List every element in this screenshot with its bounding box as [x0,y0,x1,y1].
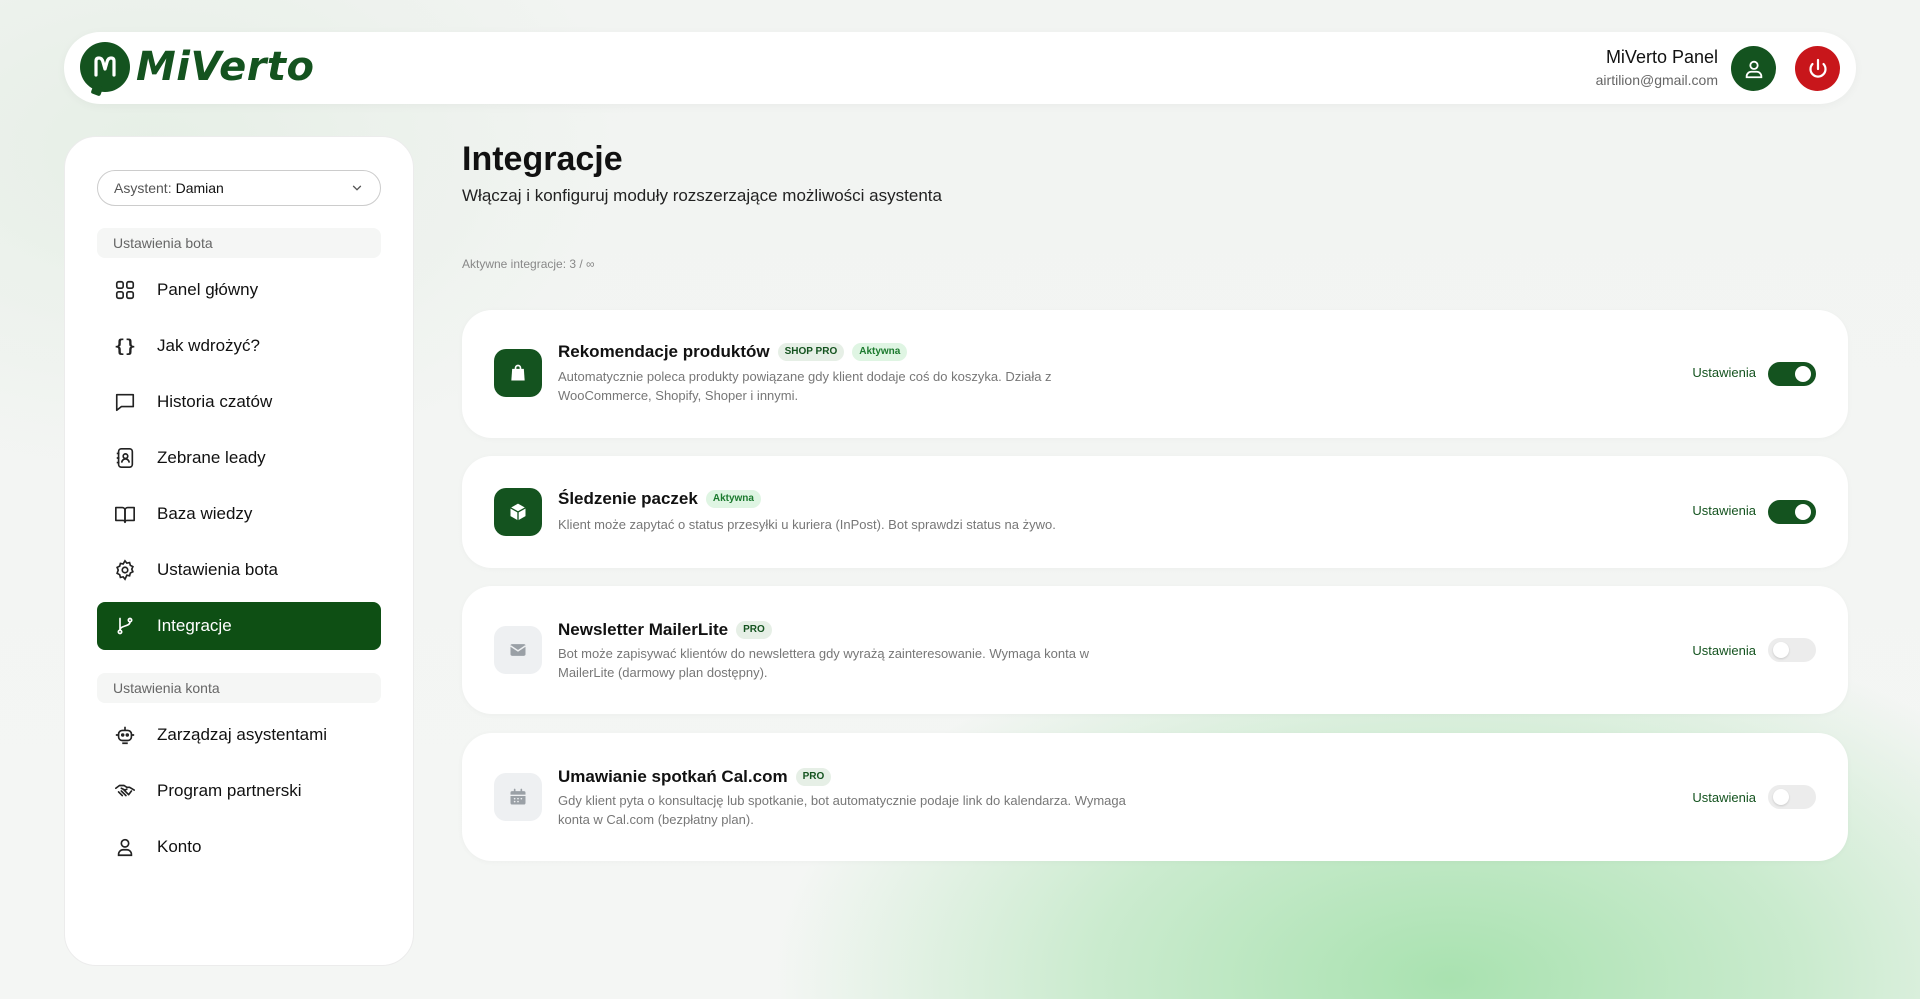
envelope-icon [494,626,542,674]
braces-icon: {} [114,335,136,357]
gear-icon [113,558,137,582]
package-icon [494,488,542,536]
toggle-knob [1795,504,1811,520]
card-title-row: Śledzenie paczek Aktywna [558,489,761,509]
sidebar-item-label: Baza wiedzy [157,504,253,523]
card-title-row: Umawianie spotkań Cal.com PRO [558,767,832,787]
grid-icon [113,278,137,302]
sidebar-item-label: Jak wdrożyć? [157,336,260,355]
integration-toggle[interactable] [1768,362,1816,386]
sidebar-item-label: Historia czatów [157,392,273,411]
sidebar-item-chat-history[interactable]: Historia czatów [97,378,381,426]
card-title: Śledzenie paczek [558,489,698,508]
settings-link[interactable]: Ustawienia [1692,790,1756,805]
calendar-icon [494,773,542,821]
status-badge: Aktywna [852,343,908,361]
toggle-knob [1773,642,1789,658]
contact-book-icon [113,446,137,470]
card-title: Newsletter MailerLite [558,620,729,639]
pro-badge: SHOP PRO [777,343,845,361]
section-label-account: Ustawienia konta [97,673,381,703]
page-subtitle: Włączaj i konfiguruj moduły rozszerzając… [462,186,942,205]
settings-link[interactable]: Ustawienia [1692,503,1756,518]
sidebar-item-knowledge-base[interactable]: Baza wiedzy [97,490,381,538]
sidebar-item-label: Program partnerski [157,781,302,800]
card-title: Rekomendacje produktów [558,342,770,361]
card-description: Bot może zapisywać klientów do newslette… [558,646,1089,680]
sidebar-item-bot-settings[interactable]: Ustawienia bota [97,546,381,594]
section-label-bot: Ustawienia bota [97,228,381,258]
git-branch-icon [113,614,137,638]
sidebar-item-label: Integracje [157,616,232,635]
active-integrations-count: Aktywne integracje: 3 / ∞ [462,257,595,271]
handshake-icon [113,779,137,803]
integration-card-mailerlite: Newsletter MailerLite PRO Bot może zapis… [462,586,1848,714]
book-icon [113,502,137,526]
sidebar-item-label: Zarządzaj asystentami [157,725,328,744]
integration-toggle[interactable] [1768,638,1816,662]
integration-card-package-tracking: Śledzenie paczek Aktywna Klient może zap… [462,456,1848,568]
user-email: airtilion@gmail.com [1595,72,1718,88]
integration-card-product-recommendations: Rekomendacje produktów SHOP PRO Aktywna … [462,310,1848,438]
assistant-select-value: Damian [175,180,224,196]
sidebar-item-label: Zebrane leady [157,448,266,467]
sidebar-item-manage-assistants[interactable]: Zarządzaj asystentami [97,711,381,759]
logo-text: MiVerto [136,44,315,90]
top-header: MiVerto MiVerto Panel airtilion@gmail.co… [64,32,1856,104]
power-icon [1808,58,1827,78]
status-badge: Aktywna [705,490,761,508]
integration-toggle[interactable] [1768,500,1816,524]
card-title: Umawianie spotkań Cal.com [558,767,788,786]
settings-link[interactable]: Ustawienia [1692,365,1756,380]
toggle-knob [1773,789,1789,805]
toggle-knob [1795,366,1811,382]
user-icon [1745,60,1762,78]
pro-badge: PRO [795,768,832,786]
shopping-bag-icon [494,349,542,397]
sidebar-item-account[interactable]: Konto [97,823,381,871]
integration-toggle[interactable] [1768,785,1816,809]
sidebar-item-label: Konto [157,837,202,856]
logo[interactable]: MiVerto [80,42,315,92]
sidebar-item-label: Ustawienia bota [157,560,278,579]
page-title: Integracje [462,140,623,178]
integration-card-calcom: Umawianie spotkań Cal.com PRO Gdy klient… [462,733,1848,861]
sidebar: Asystent: Damian Ustawienia bota Panel g… [64,136,414,966]
chevron-down-icon [352,185,362,191]
assistant-select[interactable]: Asystent: Damian [97,170,381,206]
logo-icon [80,42,130,92]
sidebar-item-label: Panel główny [157,280,259,299]
user-name: MiVerto Panel [1605,47,1718,67]
card-title-row: Rekomendacje produktów SHOP PRO Aktywna [558,342,908,362]
assistant-select-label: Asystent: [114,180,172,196]
robot-icon [113,723,137,747]
user-info: MiVerto Panel airtilion@gmail.com [1596,46,1718,90]
logout-button[interactable] [1795,46,1840,91]
settings-link[interactable]: Ustawienia [1692,643,1756,658]
card-description: Automatycznie poleca produkty powiązane … [558,369,1052,403]
sidebar-item-integrations[interactable]: Integracje [97,602,381,650]
sidebar-item-dashboard[interactable]: Panel główny [97,266,381,314]
chat-icon [113,390,137,414]
pro-badge: PRO [736,621,772,639]
sidebar-item-partner-program[interactable]: Program partnerski [97,767,381,815]
user-icon [113,835,137,859]
card-title-row: Newsletter MailerLite PRO [558,620,772,640]
sidebar-item-leads[interactable]: Zebrane leady [97,434,381,482]
card-description: Klient może zapytać o status przesyłki u… [558,517,1056,532]
card-description: Gdy klient pyta o konsultację lub spotka… [558,793,1126,827]
sidebar-item-how-to-deploy[interactable]: {} Jak wdrożyć? [97,322,381,370]
profile-button[interactable] [1731,46,1776,91]
